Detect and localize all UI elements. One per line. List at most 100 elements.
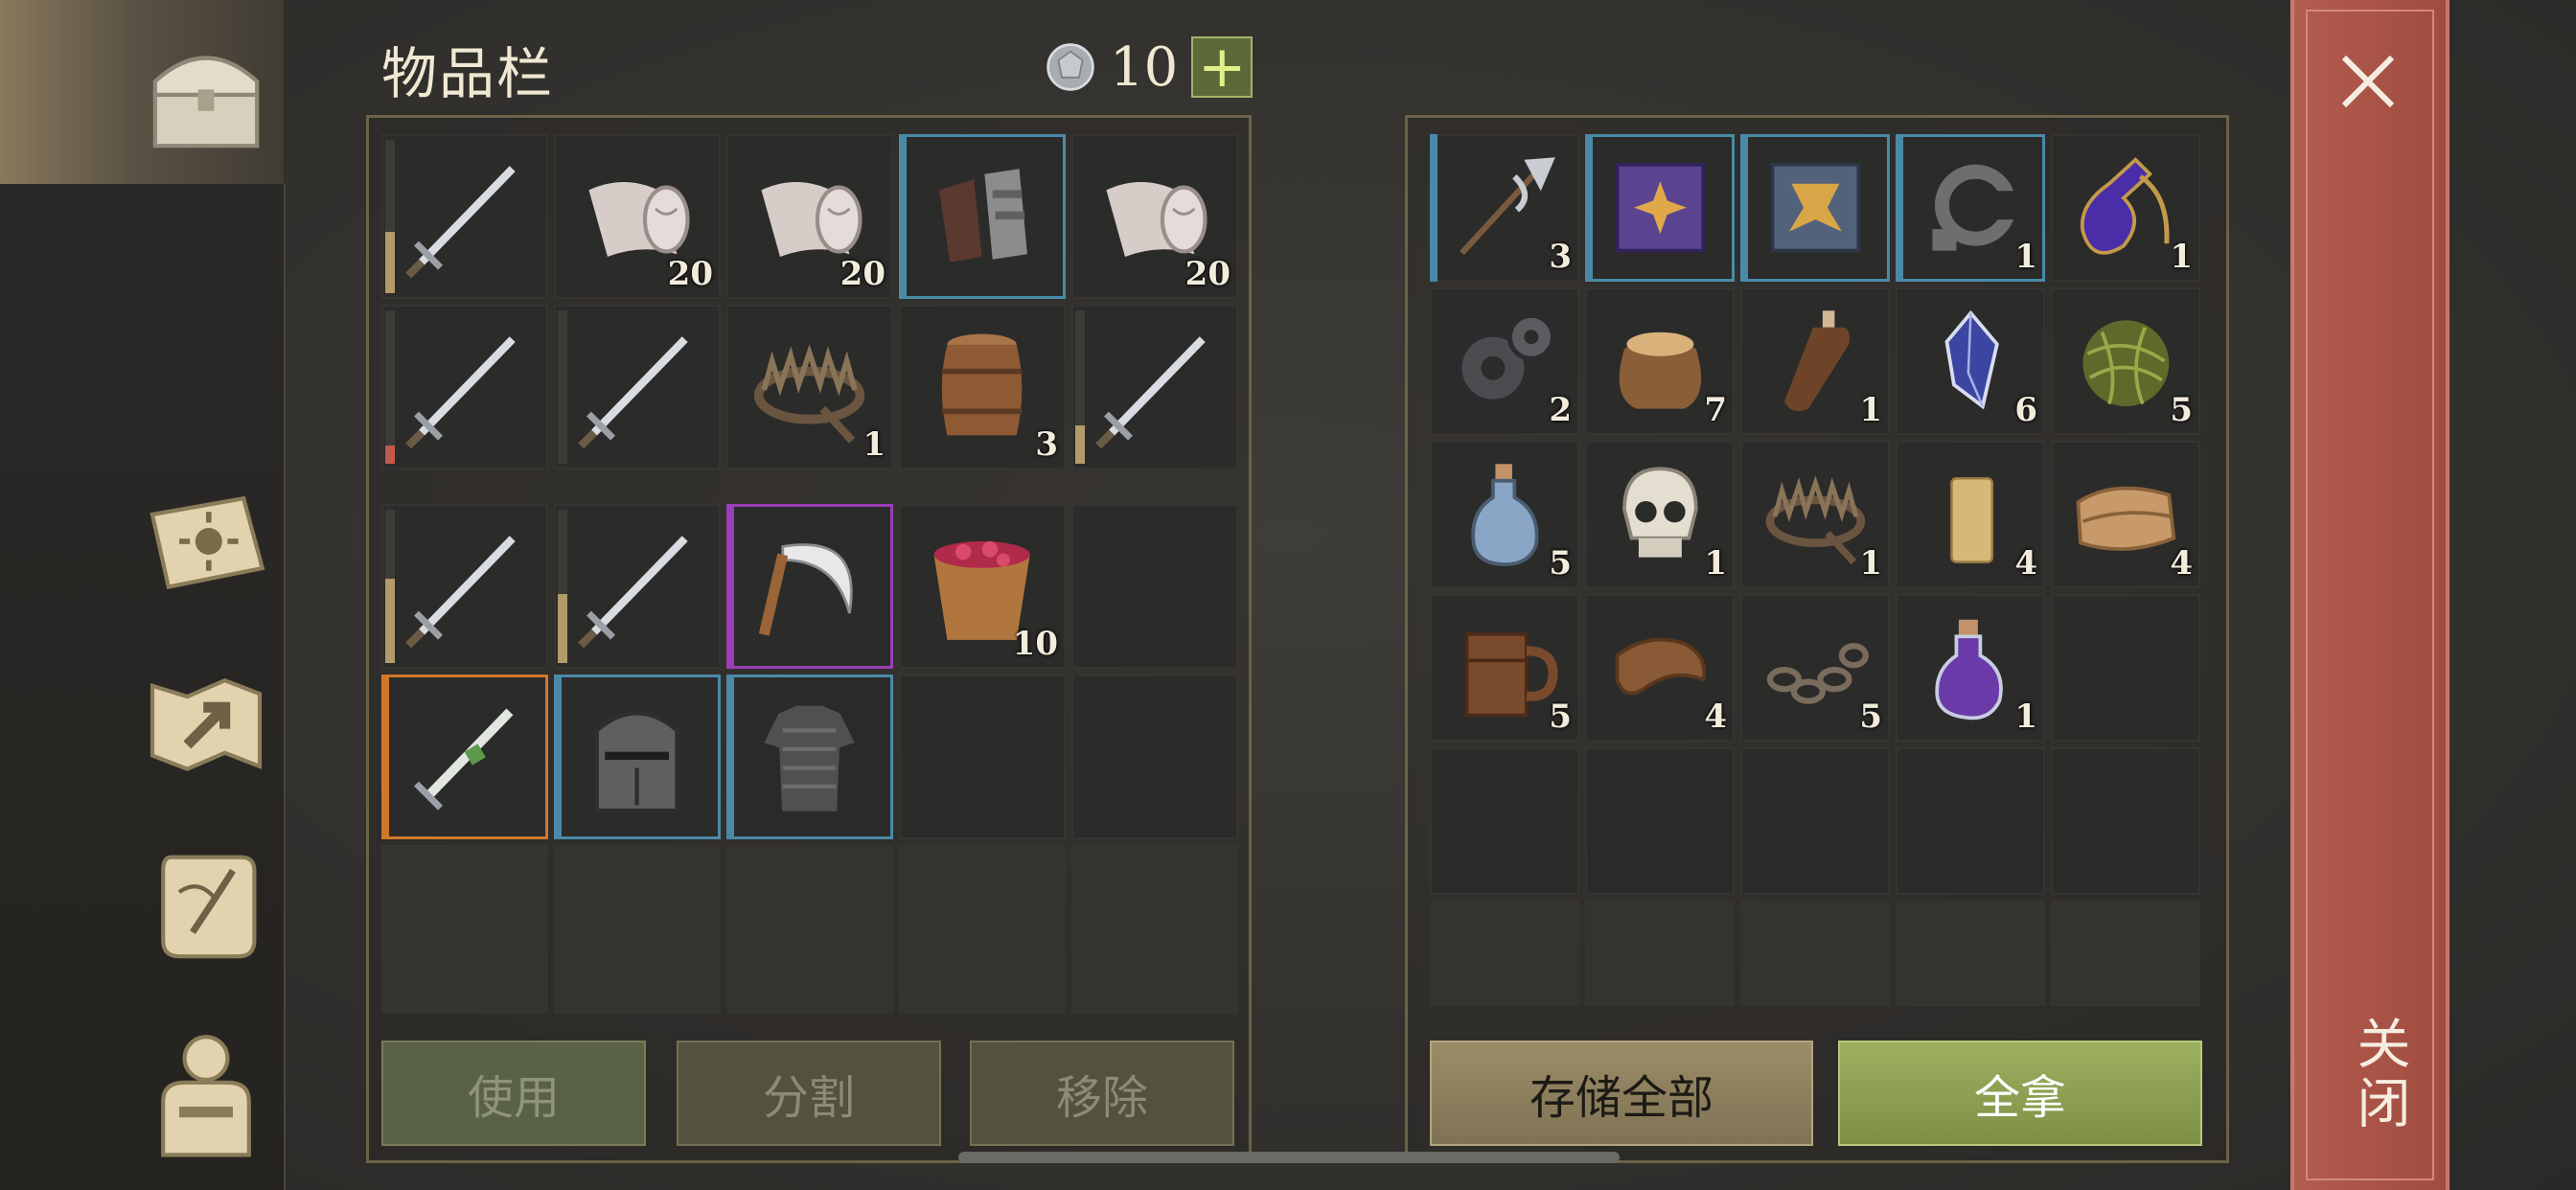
item-quantity: 5 [2170, 391, 2193, 429]
purple-flask-icon [1934, 620, 2003, 721]
inventory.lower-slot[interactable] [381, 675, 548, 839]
inventory.lower-slot-empty[interactable] [1071, 845, 1238, 1014]
inventory.lower-slot-empty[interactable] [381, 845, 548, 1014]
inventory.upper-slot[interactable] [381, 134, 548, 299]
close-panel[interactable] [2290, 0, 2450, 1190]
storage-slot[interactable]: 4 [1585, 594, 1735, 742]
split-button[interactable]: 分割 [677, 1041, 941, 1146]
quality-rim [1896, 134, 1903, 282]
storage-slot-empty[interactable] [1585, 901, 1735, 1006]
storage-slot-empty[interactable] [1430, 901, 1579, 1006]
item-quantity: 5 [1549, 698, 1572, 736]
storage-slot-empty[interactable] [1430, 747, 1579, 895]
item-quantity: 6 [2014, 391, 2037, 429]
item-quantity: 1 [2170, 238, 2193, 276]
quality-rim [554, 675, 562, 839]
inventory.lower-slot-empty[interactable] [726, 845, 893, 1014]
item-quantity: 3 [1549, 238, 1572, 276]
storage-slot[interactable]: 3 [1430, 134, 1579, 282]
scrollbar[interactable] [958, 1152, 1620, 1163]
store-all-button[interactable]: 存储全部 [1430, 1041, 1813, 1146]
item-quantity: 4 [1704, 698, 1727, 736]
storage-slot[interactable]: 5 [1740, 594, 1890, 742]
storage-slot[interactable]: 7 [1585, 287, 1735, 435]
storage-slot[interactable]: 1 [2051, 134, 2200, 282]
inventory.lower-slot[interactable] [726, 504, 893, 669]
storage-slot[interactable]: 5 [1430, 441, 1579, 588]
close-icon[interactable] [2334, 48, 2402, 115]
chain-icon [1766, 643, 1869, 705]
storage-slot-empty[interactable] [1740, 747, 1890, 895]
storage-slot[interactable]: 2 [1430, 287, 1579, 435]
sword-icon [405, 165, 517, 279]
storage-slot-empty[interactable] [2051, 594, 2200, 742]
inventory.upper-slot[interactable] [381, 305, 548, 469]
inventory.lower-slot[interactable] [554, 675, 721, 839]
inventory.upper-slot[interactable]: 20 [1071, 134, 1238, 299]
storage-slot-empty[interactable] [1585, 747, 1735, 895]
crafting-map-icon[interactable] [134, 652, 278, 795]
bear-trap-icon [754, 343, 865, 444]
storage-slot[interactable]: 1 [1896, 134, 2045, 282]
currency-value: 10 [1110, 35, 1179, 99]
inventory.lower-slot-empty[interactable] [1071, 504, 1238, 669]
item-quantity: 20 [840, 255, 886, 293]
storage-slot[interactable]: 1 [1896, 594, 2045, 742]
inventory.lower-slot-empty[interactable] [899, 845, 1066, 1014]
use-button[interactable]: 使用 [381, 1041, 646, 1146]
inventory-grid-lower: 10 [381, 504, 1238, 1014]
wooden-mug-icon [1464, 632, 1558, 718]
close-button-label[interactable]: 关闭 [2340, 1016, 2418, 1134]
storage-slot-empty[interactable] [1740, 901, 1890, 1006]
inventory.lower-slot[interactable]: 10 [899, 504, 1066, 669]
storage-slot[interactable]: 1 [1740, 287, 1890, 435]
storage-slot-empty[interactable] [1896, 901, 2045, 1006]
silver-coin-icon [1046, 43, 1094, 91]
skull-icon [1622, 467, 1698, 558]
item-quantity: 4 [2170, 544, 2193, 583]
poison-dagger-icon [414, 708, 514, 811]
storage-slot-empty[interactable] [1896, 747, 2045, 895]
storage-slot[interactable]: 4 [1896, 441, 2045, 588]
quest-scroll-icon[interactable] [134, 834, 278, 977]
sword-icon [405, 535, 517, 649]
inventory.lower-slot[interactable] [726, 675, 893, 839]
inventory.upper-slot[interactable] [899, 134, 1066, 299]
inventory.lower-slot-empty[interactable] [554, 845, 721, 1014]
inventory.lower-slot[interactable] [554, 504, 721, 669]
inventory.upper-slot[interactable]: 20 [554, 134, 721, 299]
storage-slot[interactable]: 4 [2051, 441, 2200, 588]
take-all-button[interactable]: 全拿 [1838, 1041, 2202, 1146]
gears-icon [1457, 313, 1555, 404]
remove-button[interactable]: 移除 [970, 1041, 1234, 1146]
sun-book-icon[interactable] [134, 469, 278, 613]
treasure-chest-icon[interactable] [134, 23, 278, 167]
inventory.upper-slot[interactable] [554, 305, 721, 469]
storage-slot-empty[interactable] [2051, 901, 2200, 1006]
inventory.upper-slot[interactable]: 20 [726, 134, 893, 299]
leather-scrap-icon [1615, 638, 1706, 696]
item-quantity: 20 [667, 255, 713, 293]
inventory.upper-slot[interactable]: 3 [899, 305, 1066, 469]
storage-slot[interactable] [1585, 134, 1735, 282]
inventory.upper-slot[interactable] [1071, 305, 1238, 469]
character-equipment-icon[interactable] [134, 1021, 278, 1165]
item-quantity: 20 [1184, 255, 1230, 293]
storage-slot[interactable]: 1 [1585, 441, 1735, 588]
item-quantity: 5 [1549, 544, 1572, 583]
storage-slot[interactable]: 6 [1896, 287, 2045, 435]
inventory.upper-slot[interactable]: 1 [726, 305, 893, 469]
storage-slot[interactable]: 5 [1430, 594, 1579, 742]
storage-slot[interactable] [1740, 134, 1890, 282]
storage-slot[interactable]: 1 [1740, 441, 1890, 588]
item-quantity: 1 [1859, 391, 1882, 429]
inventory.lower-slot-empty[interactable] [899, 675, 1066, 839]
chainmail-armor-icon [758, 701, 862, 815]
storage-slot[interactable]: 5 [2051, 287, 2200, 435]
sword-icon [578, 335, 689, 449]
inventory.lower-slot[interactable] [381, 504, 548, 669]
durability-bar [558, 594, 567, 663]
add-currency-button[interactable]: + [1191, 36, 1254, 98]
storage-slot-empty[interactable] [2051, 747, 2200, 895]
inventory.lower-slot-empty[interactable] [1071, 675, 1238, 839]
